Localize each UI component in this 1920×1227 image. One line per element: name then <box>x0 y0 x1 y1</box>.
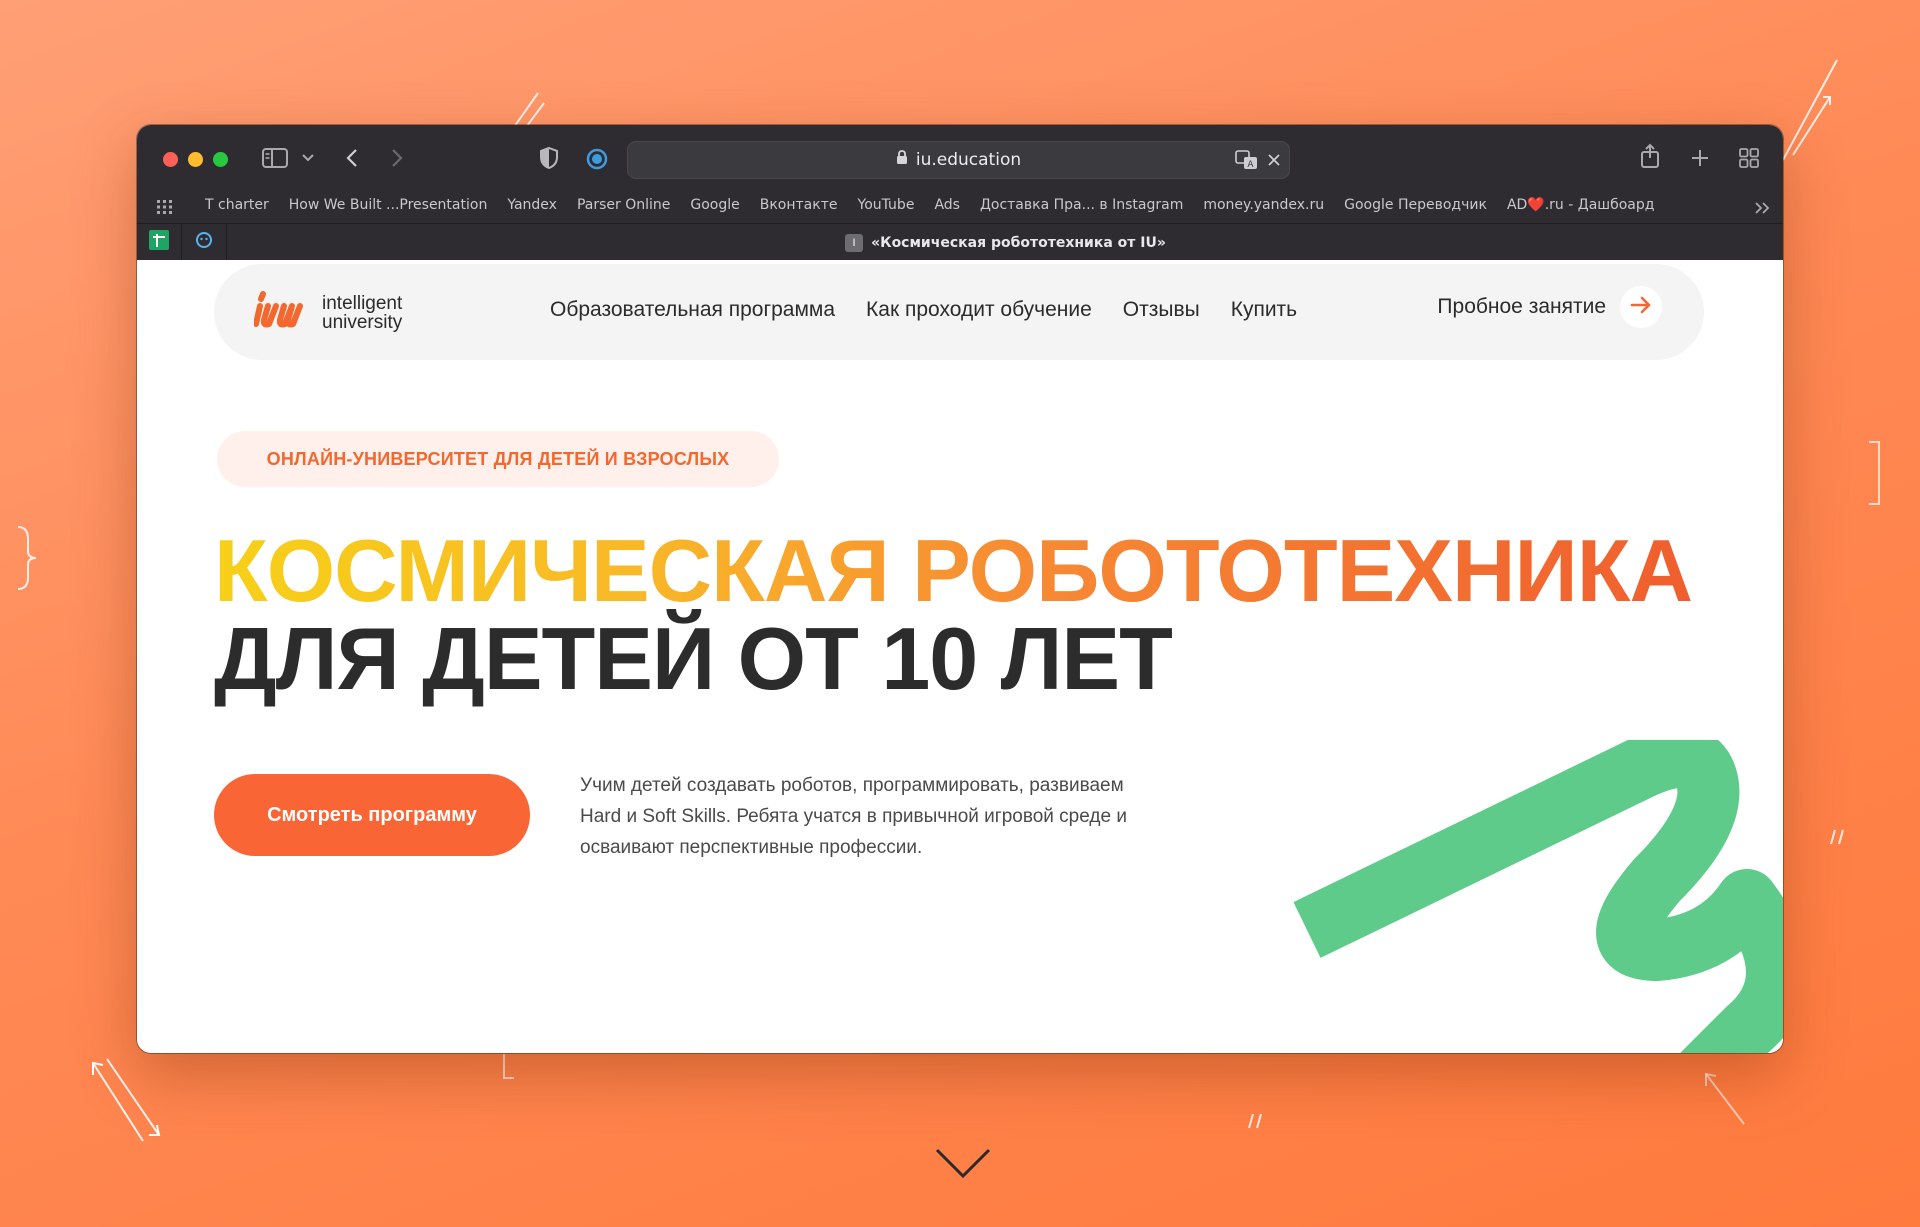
bookmark-item[interactable]: Вконтакте <box>750 197 848 213</box>
browser-toolbar: iu.education A <box>137 125 1783 191</box>
hero-description: Учим детей создавать роботов, программир… <box>580 775 1127 858</box>
logo-text: intelligent university <box>322 294 402 332</box>
chat-icon <box>195 231 213 254</box>
bookmark-item[interactable]: Ads <box>924 197 970 213</box>
bookmark-item[interactable]: Google Переводчик <box>1334 197 1497 213</box>
svg-text:A: A <box>1247 160 1254 170</box>
deco-arrow-bottom-right <box>1705 1072 1745 1125</box>
lock-icon <box>896 150 908 170</box>
bookmark-item[interactable]: Google <box>680 197 749 213</box>
scroll-down-icon[interactable] <box>935 1148 991 1180</box>
translate-icon[interactable]: A <box>1235 150 1259 175</box>
green-squiggle-decoration <box>1293 740 1783 1053</box>
iu-logo-icon <box>253 290 308 335</box>
deco-bracket-right <box>1869 441 1880 505</box>
minimize-window-button[interactable] <box>188 152 203 167</box>
deco-quote-right <box>1830 829 1844 845</box>
nav-item-buy[interactable]: Купить <box>1231 298 1297 322</box>
arrow-right-icon <box>1630 296 1652 319</box>
address-bar[interactable]: iu.education A <box>627 141 1290 179</box>
spreadsheet-icon <box>149 230 169 255</box>
deco-bracket-bottom <box>503 1054 514 1079</box>
back-icon[interactable] <box>342 145 362 171</box>
bookmark-item[interactable]: money.yandex.ru <box>1193 197 1334 213</box>
extension-icon[interactable] <box>585 147 609 171</box>
close-icon[interactable] <box>1267 153 1281 172</box>
tab-bar: I «Космическая робототехника от IU» <box>137 223 1783 261</box>
pinned-tab-chat[interactable] <box>182 224 227 261</box>
more-bookmarks-icon[interactable] <box>1754 201 1770 220</box>
headline-line-2: ДЛЯ ДЕТЕЙ ОТ 10 ЛЕТ <box>214 609 1173 708</box>
site-logo[interactable]: intelligent university <box>253 290 402 335</box>
browser-chrome: iu.education A T charter How We Built ..… <box>137 125 1783 261</box>
nav-item-reviews[interactable]: Отзывы <box>1123 298 1200 322</box>
deco-brace-left <box>17 526 37 590</box>
bookmark-item[interactable]: AD❤️.ru - Дашбоард <box>1497 197 1665 213</box>
grid-icon[interactable] <box>157 200 173 219</box>
tab-title: «Космическая робототехника от IU» <box>871 234 1166 251</box>
view-program-button[interactable]: Смотреть программу <box>214 774 530 856</box>
nav-item-program[interactable]: Образовательная программа <box>550 298 835 322</box>
main-nav: Образовательная программа Как проходит о… <box>550 298 1297 322</box>
bookmark-item[interactable]: Yandex <box>497 197 567 213</box>
bookmark-item[interactable]: T charter <box>195 197 279 213</box>
bookmarks-list: T charter How We Built ...Presentation Y… <box>195 197 1664 213</box>
browser-window: iu.education A T charter How We Built ..… <box>137 125 1783 1053</box>
deco-arrows-bottom-left <box>92 1058 161 1142</box>
logo-line-2: university <box>322 311 403 333</box>
trial-lesson-label: Пробное занятие <box>1437 295 1606 318</box>
trial-lesson-link[interactable]: Пробное занятие <box>1437 286 1662 328</box>
chevron-down-icon[interactable] <box>301 149 315 167</box>
deco-arrows-top-right <box>1782 59 1838 161</box>
bookmark-item[interactable]: Parser Online <box>567 197 680 213</box>
active-tab[interactable]: I «Космическая робототехника от IU» <box>228 224 1783 261</box>
web-page: intelligent university Образовательная п… <box>137 260 1783 1053</box>
tab-overview-icon[interactable] <box>1737 147 1761 169</box>
close-window-button[interactable] <box>163 152 178 167</box>
headline-line-1: КОСМИЧЕСКАЯ РОБОТОТЕХНИКА <box>214 521 1693 620</box>
bookmark-item[interactable]: How We Built ...Presentation <box>279 197 498 213</box>
logo-line-1: intelligent <box>322 292 403 314</box>
trial-lesson-button[interactable] <box>1620 286 1662 328</box>
audience-badge: ОНЛАЙН-УНИВЕРСИТЕТ ДЛЯ ДЕТЕЙ И ВЗРОСЛЫХ <box>217 431 779 487</box>
share-icon[interactable] <box>1639 141 1661 171</box>
nav-item-learning[interactable]: Как проходит обучение <box>866 298 1092 322</box>
bookmarks-bar: T charter How We Built ...Presentation Y… <box>137 191 1783 223</box>
site-header: intelligent university Образовательная п… <box>214 264 1704 360</box>
new-tab-icon[interactable] <box>1689 147 1711 169</box>
url-text: iu.education <box>915 150 1022 170</box>
tab-favicon: I <box>845 233 864 252</box>
shield-icon[interactable] <box>538 145 560 171</box>
badge-text: ОНЛАЙН-УНИВЕРСИТЕТ ДЛЯ ДЕТЕЙ И ВЗРОСЛЫХ <box>266 448 730 469</box>
zoom-window-button[interactable] <box>213 152 228 167</box>
bookmark-item[interactable]: Доставка Пра... в Instagram <box>970 197 1193 213</box>
sidebar-toggle-icon[interactable] <box>261 145 289 171</box>
forward-icon[interactable] <box>387 145 407 171</box>
bookmark-item[interactable]: YouTube <box>848 197 925 213</box>
deco-quote-bottom <box>1248 1113 1262 1129</box>
pinned-tab-sheets[interactable] <box>137 224 182 261</box>
